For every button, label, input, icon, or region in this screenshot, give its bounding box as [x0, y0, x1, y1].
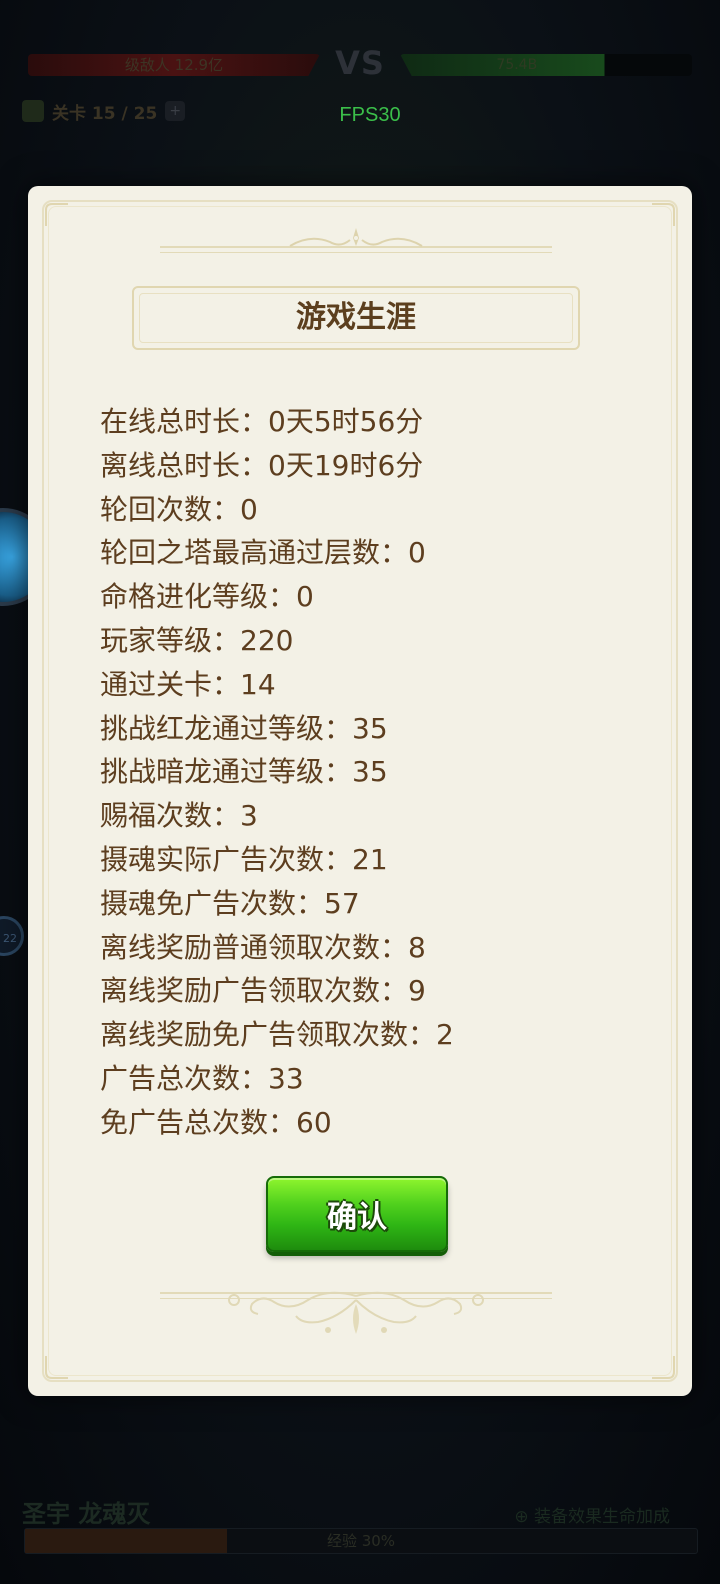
stat-row: 赐福次数：3 [100, 794, 660, 838]
stat-separator: ： [324, 711, 353, 745]
dialog-title-box: 游戏生涯 [132, 286, 580, 350]
stat-separator: ： [268, 580, 297, 614]
stat-row: 玩家等级：220 [100, 619, 660, 663]
stat-separator: ： [296, 886, 325, 920]
stat-value: 60 [296, 1105, 332, 1139]
battle-hud: 级敌人 12.9亿 VS 75.4B 关卡 15 / 25 + FPS30 [0, 0, 720, 180]
stat-value: 0 [296, 580, 314, 614]
stat-row: 离线奖励广告领取次数：9 [100, 969, 660, 1013]
stat-value: 3 [240, 799, 258, 833]
player-hp-bar: 75.4B [400, 54, 692, 76]
stat-separator: ： [212, 667, 241, 701]
stat-value: 0天19时6分 [268, 448, 424, 482]
stat-row: 命格进化等级：0 [100, 575, 660, 619]
corner-ornament-icon [652, 1356, 675, 1379]
enemy-hp-bar: 级敌人 12.9亿 [28, 54, 320, 76]
bottom-hero-name: 圣宇 龙魂灭 [22, 1500, 151, 1528]
stat-label: 通过关卡 [100, 667, 213, 701]
stat-separator: ： [324, 755, 353, 789]
stat-value: 0天5时56分 [268, 405, 424, 438]
stat-separator: ： [324, 842, 353, 876]
stat-value: 0 [240, 492, 258, 526]
stat-value: 57 [324, 886, 360, 920]
stat-value: 8 [408, 930, 426, 964]
stat-row: 摄魂实际广告次数：21 [100, 838, 660, 882]
stat-row: 挑战暗龙通过等级：35 [100, 750, 660, 794]
stat-separator: ： [380, 930, 409, 964]
career-stats-list: 在线总时长：0天5时56分 离线总时长：0天19时6分 轮回次数：0 轮回之塔最高通过… [100, 400, 660, 1145]
game-screen: 级敌人 12.9亿 VS 75.4B 关卡 15 / 25 + FPS30 22… [0, 0, 720, 1584]
stat-label: 玩家等级 [100, 623, 213, 657]
career-dialog: 游戏生涯 在线总时长：0天5时56分 离线总时长：0天19时6分 轮回次数：0 轮回之… [28, 186, 692, 1396]
stat-row: 挑战红龙通过等级：35 [100, 707, 660, 751]
stat-separator: ： [212, 799, 241, 833]
stat-label: 广告总次数 [100, 1061, 241, 1095]
stat-label: 摄魂实际广告次数 [100, 842, 325, 876]
stat-separator: ： [240, 448, 269, 482]
stat-label: 挑战红龙通过等级 [100, 711, 325, 745]
stat-label: 离线奖励广告领取次数 [100, 974, 381, 1008]
corner-ornament-icon [45, 203, 68, 226]
stat-separator: ： [380, 974, 409, 1008]
stat-row: 离线总时长：0天19时6分 [100, 444, 660, 488]
dialog-title: 游戏生涯 [296, 300, 416, 335]
stat-value: 0 [408, 536, 426, 570]
experience-bar-label: 经验 30% [326, 1532, 396, 1550]
stat-separator: ： [240, 1061, 269, 1095]
stat-separator: ： [408, 1018, 437, 1052]
bottom-flourish-icon [228, 1291, 484, 1334]
stat-separator: ： [380, 536, 409, 570]
fps-counter: FPS30 [339, 104, 401, 126]
stat-label: 轮回之塔最高通过层数 [100, 536, 381, 570]
stat-label: 离线奖励免广告领取次数 [100, 1018, 409, 1052]
level-plus-icon[interactable]: + [165, 101, 186, 121]
stat-label: 离线奖励普通领取次数 [100, 930, 381, 964]
stat-label: 命格进化等级 [100, 580, 269, 614]
stat-value: 33 [268, 1061, 304, 1095]
stat-value: 9 [408, 974, 426, 1008]
stat-row: 离线奖励普通领取次数：8 [100, 926, 660, 970]
stat-value: 220 [240, 623, 294, 657]
stat-value: 14 [240, 667, 276, 701]
level-flag-icon [22, 100, 44, 122]
stat-value: 35 [352, 711, 388, 745]
stat-row: 在线总时长：0天5时56分 [100, 400, 660, 444]
stat-label: 在线总时长 [100, 405, 241, 438]
stat-row: 轮回之塔最高通过层数：0 [100, 531, 660, 575]
stat-label: 轮回次数 [100, 492, 213, 526]
enemy-hp-label: 级敌人 12.9亿 [124, 56, 224, 74]
stat-label: 离线总时长 [100, 448, 241, 482]
player-hp-label: 75.4B [496, 57, 538, 73]
stat-row: 免广告总次数：60 [100, 1101, 660, 1145]
stat-label: 挑战暗龙通过等级 [100, 755, 325, 789]
corner-ornament-icon [652, 203, 675, 226]
stat-row: 通过关卡：14 [100, 663, 660, 707]
level-indicator[interactable]: 关卡 15 / 25 + [22, 98, 186, 124]
stat-separator: ： [212, 492, 241, 526]
stat-label: 免广告总次数 [100, 1105, 269, 1139]
level-label: 关卡 15 / 25 [52, 103, 158, 124]
stat-label: 摄魂免广告次数 [100, 886, 297, 920]
stat-value: 35 [352, 755, 388, 789]
stat-row: 摄魂免广告次数：57 [100, 882, 660, 926]
stat-separator: ： [240, 405, 269, 438]
stat-row: 广告总次数：33 [100, 1057, 660, 1101]
stat-label: 赐福次数 [100, 799, 213, 833]
stat-separator: ： [212, 623, 241, 657]
vs-label: VS [335, 44, 385, 82]
top-flourish-icon [289, 228, 423, 247]
side-badge-button[interactable]: 22 [0, 916, 24, 956]
bottom-bonus-label: ⊕ 装备效果生命加成 [514, 1507, 670, 1527]
stat-row: 离线奖励免广告领取次数：2 [100, 1013, 660, 1057]
confirm-button[interactable]: 确认 [266, 1176, 448, 1252]
stat-separator: ： [268, 1105, 297, 1139]
experience-bar: 经验 30% [24, 1528, 698, 1554]
stat-value: 21 [352, 842, 388, 876]
stat-row: 轮回次数：0 [100, 488, 660, 532]
stat-value: 2 [436, 1018, 454, 1052]
corner-ornament-icon [45, 1356, 68, 1379]
